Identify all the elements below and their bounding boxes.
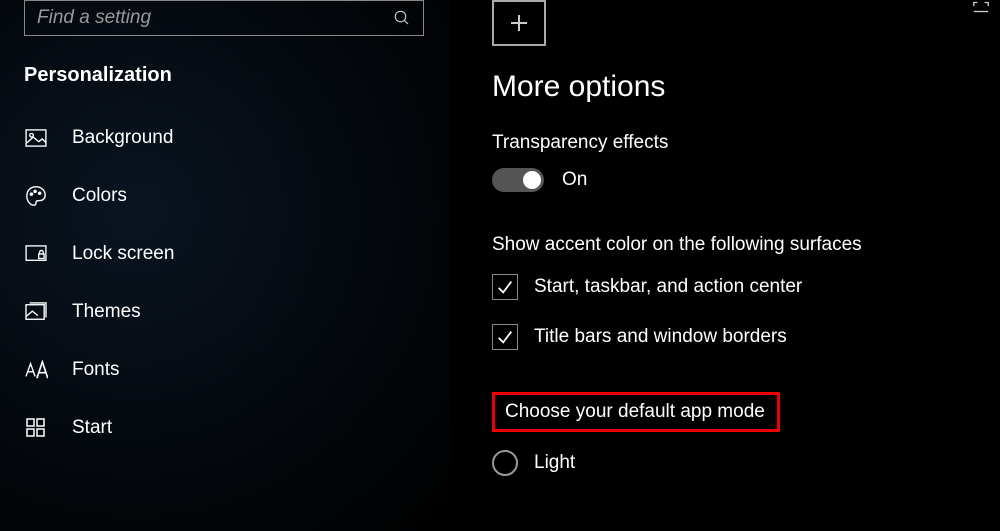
app-mode-light-label: Light	[534, 452, 575, 474]
search-icon	[393, 9, 411, 27]
sidebar-item-fonts[interactable]: Fonts	[0, 341, 450, 399]
accent-titlebars-label: Title bars and window borders	[534, 326, 787, 348]
toggle-knob	[523, 171, 541, 189]
sidebar-item-label: Lock screen	[72, 243, 174, 265]
sidebar-item-label: Background	[72, 127, 173, 149]
sidebar-item-lockscreen[interactable]: Lock screen	[0, 225, 450, 283]
sidebar-item-background[interactable]: Background	[0, 109, 450, 167]
search-input[interactable]: Find a setting	[24, 0, 424, 36]
main-content: More options Transparency effects On Sho…	[450, 0, 1000, 531]
app-mode-light-radio[interactable]	[492, 450, 518, 476]
section-title: Personalization	[0, 36, 450, 109]
lock-screen-icon	[24, 243, 48, 265]
highlight-annotation: Choose your default app mode	[492, 392, 780, 432]
transparency-state: On	[562, 169, 587, 191]
palette-icon	[24, 185, 48, 207]
more-options-heading: More options	[492, 70, 1000, 104]
search-placeholder: Find a setting	[37, 7, 151, 29]
sidebar-item-label: Fonts	[72, 359, 120, 381]
transparency-toggle[interactable]	[492, 168, 544, 192]
sidebar-item-label: Themes	[72, 301, 141, 323]
accent-start-checkbox[interactable]	[492, 274, 518, 300]
transparency-label: Transparency effects	[492, 132, 1000, 154]
sidebar-item-label: Start	[72, 417, 112, 439]
expand-icon[interactable]	[972, 0, 990, 14]
themes-icon	[24, 301, 48, 323]
start-icon	[24, 417, 48, 439]
sidebar-item-colors[interactable]: Colors	[0, 167, 450, 225]
fonts-icon	[24, 359, 48, 381]
add-custom-color-button[interactable]	[492, 0, 546, 46]
sidebar-item-start[interactable]: Start	[0, 399, 450, 457]
accent-start-label: Start, taskbar, and action center	[534, 276, 802, 298]
sidebar-item-label: Colors	[72, 185, 127, 207]
image-icon	[24, 127, 48, 149]
settings-sidebar: Find a setting Personalization Backgroun…	[0, 0, 450, 531]
app-mode-label: Choose your default app mode	[505, 401, 765, 422]
sidebar-item-themes[interactable]: Themes	[0, 283, 450, 341]
accent-titlebars-checkbox[interactable]	[492, 324, 518, 350]
accent-surfaces-label: Show accent color on the following surfa…	[492, 234, 1000, 256]
